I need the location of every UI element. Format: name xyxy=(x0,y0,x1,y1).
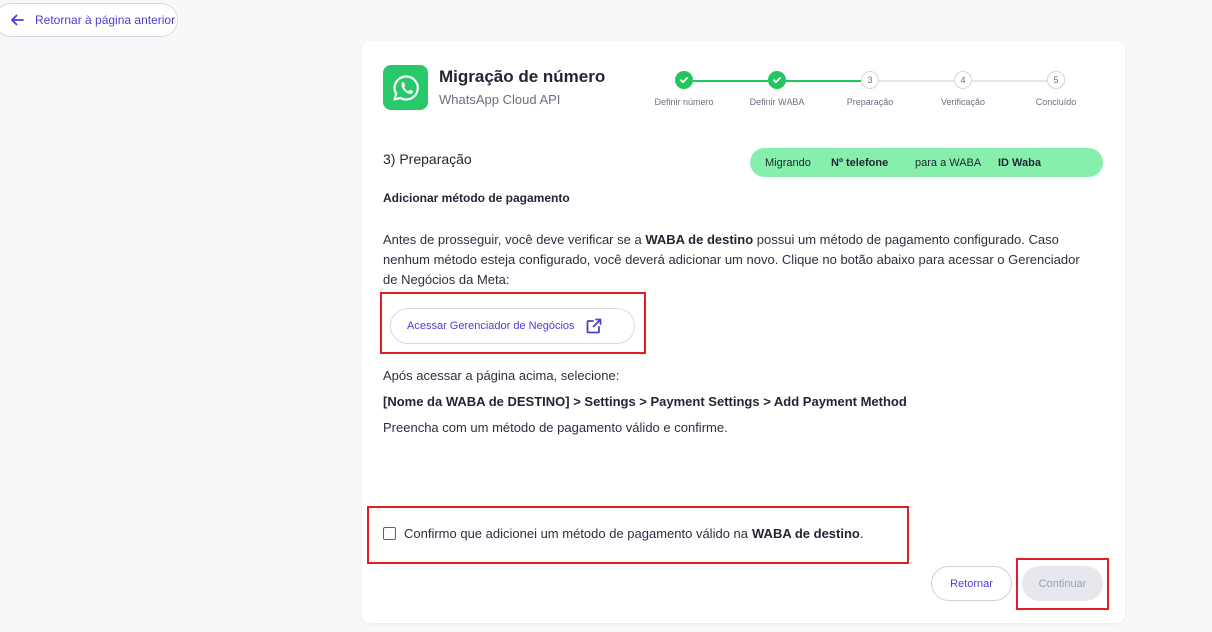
external-link-icon xyxy=(585,317,603,335)
step-2-label: Definir WABA xyxy=(749,97,805,107)
payment-instructions: Antes de prosseguir, você deve verificar… xyxy=(383,232,1080,287)
payment-heading: Adicionar método de pagamento xyxy=(383,191,570,205)
step-3-number: 3 xyxy=(861,71,879,89)
step-4-label: Verificação xyxy=(940,97,986,107)
back-button-label: Retornar à página anterior xyxy=(35,13,176,27)
step-connector xyxy=(693,80,768,82)
business-manager-button[interactable]: Acessar Gerenciador de Negócios xyxy=(390,308,635,344)
step-5-label: Concluído xyxy=(1035,97,1077,107)
confirm-text: Confirmo que adicionei um método de paga… xyxy=(404,526,748,541)
fill-instruction: Preencha com um método de pagamento váli… xyxy=(383,420,728,435)
banner-middle: para a WABA xyxy=(915,156,982,169)
migration-banner: Migrando Nº telefone para a WABA ID Waba xyxy=(750,148,1103,177)
step-1-check-icon xyxy=(675,71,693,89)
confirm-bold: WABA de destino xyxy=(752,526,860,541)
confirm-checkbox[interactable] xyxy=(383,527,396,540)
banner-phone: Nº telefone xyxy=(831,156,889,169)
page-title: Migração de número xyxy=(439,67,606,86)
settings-path: [Nome da WABA de DESTINO] > Settings > P… xyxy=(383,394,907,409)
business-manager-label: Acessar Gerenciador de Negócios xyxy=(407,320,575,332)
whatsapp-logo-icon xyxy=(383,65,428,110)
back-button[interactable]: Retornar à página anterior xyxy=(0,3,178,37)
continue-button[interactable]: Continuar xyxy=(1022,566,1103,601)
step-3-label: Preparação xyxy=(846,97,894,107)
step-connector xyxy=(786,80,861,82)
progress-stepper: 3 4 5 Definir número Definir WABA Prepar… xyxy=(642,70,1102,110)
banner-prefix: Migrando xyxy=(765,156,811,169)
banner-waba: ID Waba xyxy=(998,156,1041,169)
step-1-label: Definir número xyxy=(654,97,714,107)
step-2-check-icon xyxy=(768,71,786,89)
step-connector xyxy=(972,80,1047,82)
after-access-text: Após acessar a página acima, selecione: xyxy=(383,368,620,383)
step-5-number: 5 xyxy=(1047,71,1065,89)
arrow-left-icon xyxy=(9,12,25,28)
page-subtitle: WhatsApp Cloud API xyxy=(439,92,561,107)
return-button[interactable]: Retornar xyxy=(931,566,1012,601)
confirm-row[interactable]: Confirmo que adicionei um método de paga… xyxy=(383,526,863,541)
section-title: 3) Preparação xyxy=(383,151,472,167)
step-connector xyxy=(879,80,954,82)
migration-card: Migração de número WhatsApp Cloud API 3 … xyxy=(362,41,1125,623)
step-4-number: 4 xyxy=(954,71,972,89)
